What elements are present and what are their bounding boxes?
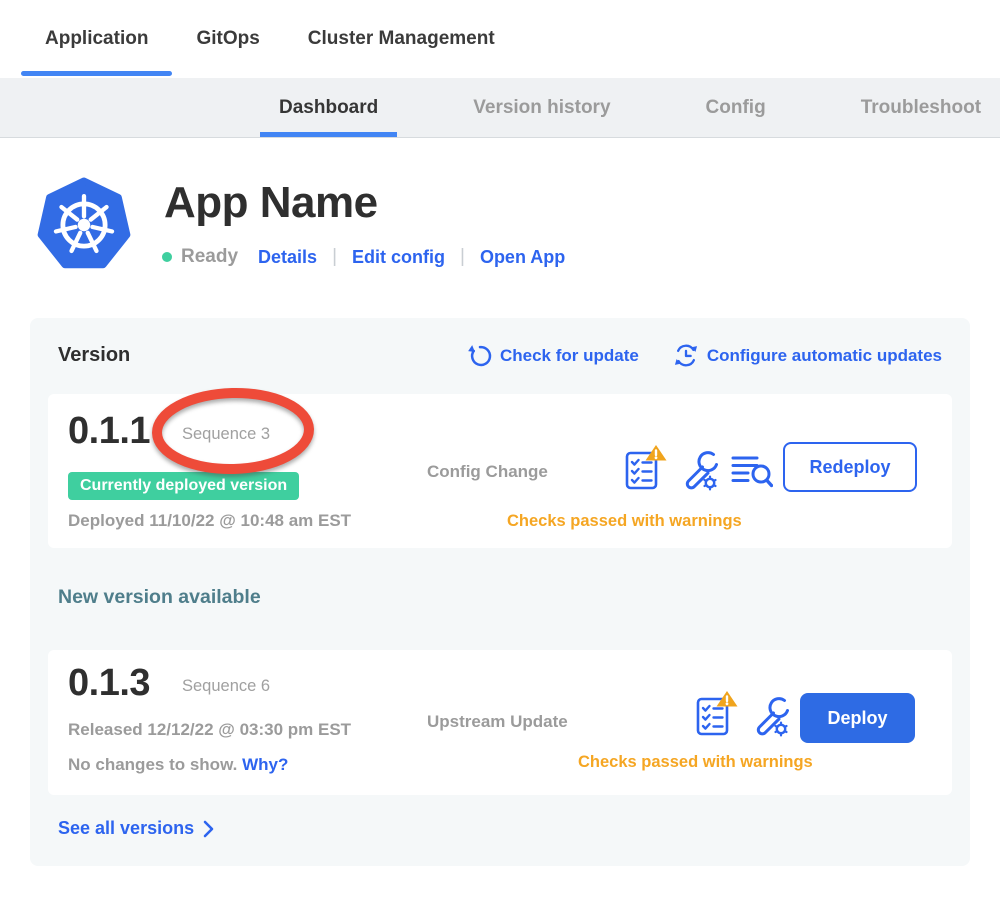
edit-config-link[interactable]: Edit config <box>352 247 445 268</box>
version-status-icons <box>696 690 789 737</box>
topnav-label: GitOps <box>196 28 259 50</box>
subnav-label: Config <box>706 97 766 119</box>
schedule-update-icon <box>673 342 699 369</box>
edit-config-wrench-icon[interactable] <box>680 449 718 491</box>
configure-automatic-updates-link[interactable]: Configure automatic updates <box>673 342 942 369</box>
top-nav: Application GitOps Cluster Management <box>0 0 1000 78</box>
divider: | <box>332 246 337 268</box>
released-timestamp: Released 12/12/22 @ 03:30 pm EST <box>68 720 351 740</box>
tab-config[interactable]: Config <box>687 78 785 137</box>
subnav-label: Version history <box>473 97 610 119</box>
subnav-label: Troubleshoot <box>861 97 981 119</box>
version-heading: Version <box>58 344 130 367</box>
edit-config-wrench-icon[interactable] <box>751 695 789 737</box>
topnav-label: Cluster Management <box>308 28 495 50</box>
topnav-item-gitops[interactable]: GitOps <box>172 0 283 78</box>
new-version-number: 0.1.3 <box>68 662 150 705</box>
new-version-heading: New version available <box>58 586 261 609</box>
tab-dashboard[interactable]: Dashboard <box>260 78 397 137</box>
divider: | <box>460 246 465 268</box>
chevron-right-icon <box>203 820 214 838</box>
version-source-label: Config Change <box>427 462 548 482</box>
redeploy-button[interactable]: Redeploy <box>783 442 917 492</box>
new-version-sequence: Sequence 6 <box>182 677 270 696</box>
subnav-label: Dashboard <box>279 97 378 119</box>
topnav-item-application[interactable]: Application <box>21 0 172 78</box>
current-version-row: 0.1.1 Sequence 3 Currently deployed vers… <box>48 394 952 548</box>
version-actions: Check for update Configure automatic upd… <box>467 342 942 369</box>
deploy-button[interactable]: Deploy <box>800 693 915 743</box>
see-all-versions-link[interactable]: See all versions <box>58 818 214 839</box>
topnav-item-cluster-management[interactable]: Cluster Management <box>284 0 519 78</box>
version-status-icons <box>625 444 773 491</box>
preflight-status-text: Checks passed with warnings <box>507 512 742 531</box>
status-dot-icon <box>162 252 172 262</box>
page-title: App Name <box>164 178 378 228</box>
refresh-icon <box>467 343 492 369</box>
tab-troubleshoot[interactable]: Troubleshoot <box>842 78 1000 137</box>
open-app-link[interactable]: Open App <box>480 247 565 268</box>
app-status-row: Ready Details | Edit config | Open App <box>162 244 565 270</box>
currently-deployed-badge: Currently deployed version <box>68 472 299 500</box>
kubernetes-logo-icon <box>36 176 132 274</box>
active-tab-underline <box>21 71 172 76</box>
active-tab-underline <box>260 132 397 137</box>
view-diff-icon[interactable] <box>731 454 773 488</box>
details-link[interactable]: Details <box>258 247 317 268</box>
preflight-checks-warning-icon[interactable] <box>696 690 738 737</box>
check-for-update-link[interactable]: Check for update <box>467 343 639 369</box>
current-version-sequence: Sequence 3 <box>182 425 270 444</box>
deployed-timestamp: Deployed 11/10/22 @ 10:48 am EST <box>68 511 351 531</box>
tab-version-history[interactable]: Version history <box>454 78 629 137</box>
new-version-row: 0.1.3 Sequence 6 Released 12/12/22 @ 03:… <box>48 650 952 795</box>
version-panel-header: Version Check for update Configure autom… <box>58 342 942 369</box>
why-link[interactable]: Why? <box>242 755 288 774</box>
preflight-checks-warning-icon[interactable] <box>625 444 667 491</box>
version-source-label: Upstream Update <box>427 712 568 732</box>
diff-summary: No changes to show. Why? <box>68 755 288 775</box>
preflight-status-text: Checks passed with warnings <box>578 753 813 772</box>
app-sub-nav: Dashboard Version history Config Trouble… <box>0 78 1000 138</box>
version-panel: Version Check for update Configure autom… <box>30 318 970 866</box>
status-badge: Ready <box>181 246 238 268</box>
topnav-label: Application <box>45 28 148 50</box>
current-version-number: 0.1.1 <box>68 410 150 453</box>
